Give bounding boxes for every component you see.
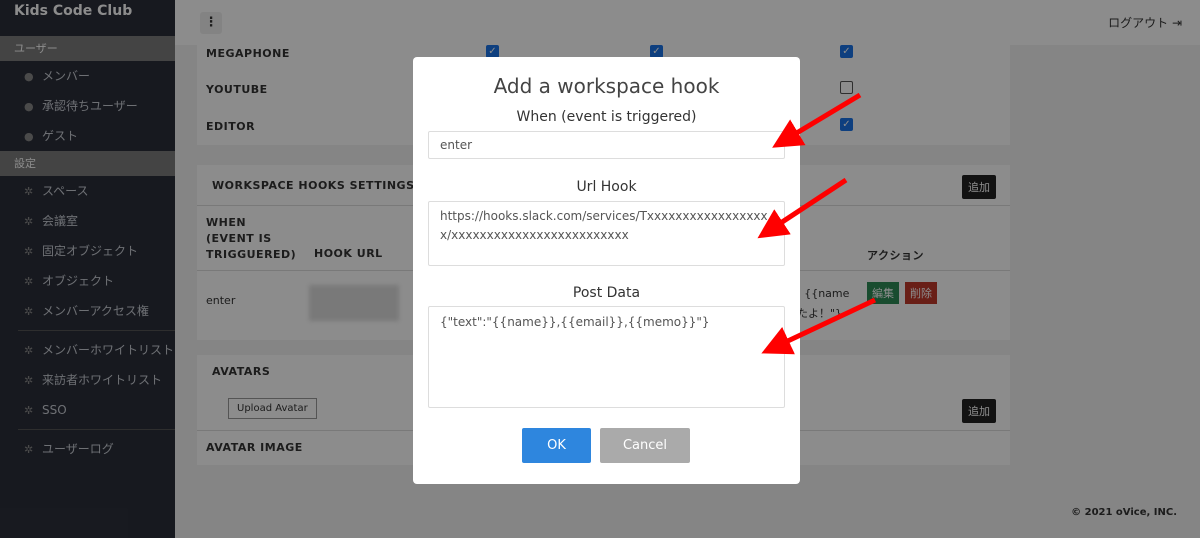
annotation-arrows xyxy=(757,92,877,355)
arrow-url xyxy=(757,177,848,239)
arrow-post xyxy=(761,297,877,355)
arrow-when xyxy=(772,92,862,148)
